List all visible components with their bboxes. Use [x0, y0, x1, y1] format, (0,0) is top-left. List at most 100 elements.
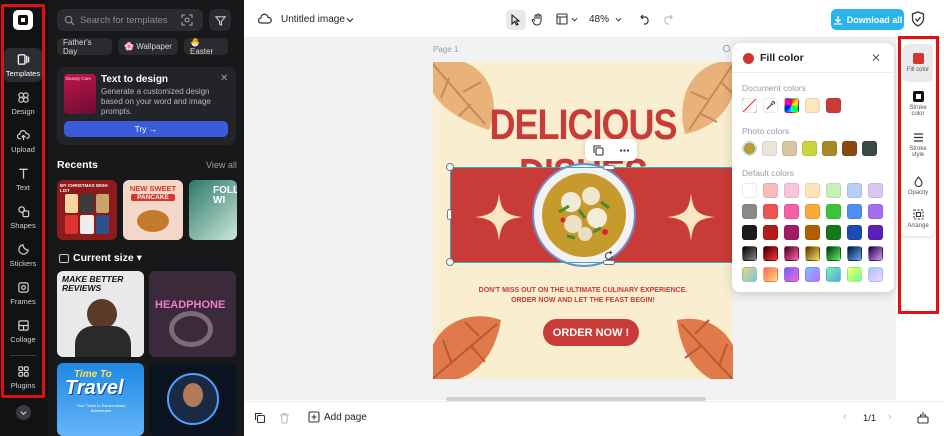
poster-page[interactable]: DELICIOUS DISHES DON'T MISS OUT ON THE U… [433, 62, 733, 379]
default-color-swatch[interactable] [742, 225, 757, 240]
resize-handle-top[interactable] [603, 165, 615, 170]
rail-item-text[interactable]: Text [4, 162, 42, 196]
doc-color-swatch[interactable] [826, 98, 841, 113]
arrange-button[interactable]: Arrange [903, 200, 933, 238]
gradient-swatch[interactable] [826, 267, 841, 282]
resize-handle-tl[interactable] [446, 163, 454, 171]
gradient-swatch[interactable] [805, 246, 820, 261]
default-color-swatch[interactable] [742, 183, 757, 198]
default-color-swatch[interactable] [868, 204, 883, 219]
template-search-input[interactable]: Search for templates [57, 9, 203, 31]
gradient-swatch[interactable] [784, 246, 799, 261]
default-color-swatch[interactable] [805, 204, 820, 219]
photo-color-swatch[interactable] [862, 141, 877, 156]
recent-template-3[interactable]: FOLLOWI [189, 180, 237, 240]
layout-icon[interactable] [556, 13, 568, 25]
default-color-swatch[interactable] [847, 183, 862, 198]
rail-item-upload[interactable]: Upload [4, 124, 42, 158]
default-color-swatch[interactable] [763, 183, 778, 198]
gradient-swatch[interactable] [826, 246, 841, 261]
select-tool-button[interactable] [506, 10, 526, 30]
default-color-swatch[interactable] [847, 225, 862, 240]
capcut-logo-icon[interactable] [13, 10, 33, 30]
gradient-swatch[interactable] [868, 246, 883, 261]
image-search-icon[interactable] [181, 14, 193, 26]
fill-color-button[interactable]: Fill color [903, 44, 933, 82]
chevron-right-icon[interactable]: › [888, 411, 892, 423]
photo-color-swatch[interactable] [802, 141, 817, 156]
zoom-level[interactable]: 48% [589, 14, 609, 25]
default-color-swatch[interactable] [784, 183, 799, 198]
current-size-title[interactable]: Current size ▾ [73, 252, 142, 264]
add-page-button[interactable]: Add page [308, 411, 367, 423]
resize-handle-left[interactable] [447, 209, 452, 220]
chevron-down-icon[interactable] [615, 16, 622, 23]
gradient-swatch[interactable] [805, 267, 820, 282]
duplicate-icon[interactable] [592, 144, 604, 156]
chevron-left-icon[interactable]: ‹ [843, 411, 847, 423]
default-color-swatch[interactable] [826, 183, 841, 198]
filter-button[interactable] [209, 9, 231, 31]
account-avatar[interactable] [16, 405, 31, 420]
eyedropper-icon[interactable] [763, 98, 778, 113]
photo-color-swatch[interactable] [842, 141, 857, 156]
rotate-icon[interactable] [604, 251, 614, 261]
close-icon[interactable]: ✕ [220, 73, 228, 84]
shield-check-icon[interactable] [911, 11, 925, 27]
hand-icon[interactable] [531, 13, 544, 26]
gradient-swatch[interactable] [784, 267, 799, 282]
close-icon[interactable]: ✕ [871, 51, 881, 65]
default-color-swatch[interactable] [805, 183, 820, 198]
gradient-swatch[interactable] [763, 246, 778, 261]
rail-item-frames[interactable]: Frames [4, 276, 42, 310]
chip-fathers-day[interactable]: Father's Day [57, 38, 112, 56]
default-color-swatch[interactable] [868, 225, 883, 240]
default-color-swatch[interactable] [826, 225, 841, 240]
try-button[interactable]: Try → [64, 121, 228, 137]
chip-easter[interactable]: 🐣 Easter [184, 38, 228, 56]
gradient-swatch[interactable] [847, 246, 862, 261]
view-all-link[interactable]: View all [206, 160, 237, 170]
undo-icon[interactable] [640, 14, 651, 25]
default-color-swatch[interactable] [826, 204, 841, 219]
rail-item-collage[interactable]: Collage [4, 314, 42, 348]
trash-icon[interactable] [279, 412, 290, 424]
swatch-none[interactable] [742, 98, 757, 113]
template-card-travel[interactable]: Time To Travel Your Ticket to Extraordin… [57, 363, 144, 436]
recent-template-2[interactable]: NEW SWEET PANCAKE [123, 180, 183, 240]
default-color-swatch[interactable] [805, 225, 820, 240]
default-color-swatch[interactable] [784, 204, 799, 219]
poster-tagline[interactable]: DON'T MISS OUT ON THE ULTIMATE CULINARY … [433, 286, 733, 306]
default-color-swatch[interactable] [742, 204, 757, 219]
gradient-swatch[interactable] [763, 267, 778, 282]
color-picker-swatch[interactable] [784, 98, 799, 113]
recent-template-1[interactable]: MY CHRISTMAS WISH LIST [57, 180, 117, 240]
more-icon[interactable] [619, 145, 630, 156]
download-all-button[interactable]: Download all [831, 9, 904, 30]
photo-color-swatch[interactable] [762, 141, 777, 156]
default-color-swatch[interactable] [763, 225, 778, 240]
photo-color-swatch[interactable] [822, 141, 837, 156]
rail-item-design[interactable]: Design [4, 86, 42, 120]
stroke-color-button[interactable]: Stroke color [903, 85, 933, 123]
cloud-icon[interactable] [258, 13, 272, 25]
chevron-down-icon[interactable] [346, 16, 354, 24]
chip-wallpaper[interactable]: 🌸 Wallpaper [118, 38, 178, 55]
food-bowl-image[interactable] [531, 162, 637, 268]
template-card-portrait[interactable] [149, 363, 236, 436]
gradient-swatch[interactable] [742, 267, 757, 282]
duplicate-page-icon[interactable] [254, 412, 266, 424]
default-color-swatch[interactable] [763, 204, 778, 219]
default-color-swatch[interactable] [868, 183, 883, 198]
photo-color-swatch[interactable] [782, 141, 797, 156]
page-tools-icon[interactable] [722, 44, 731, 53]
template-card-headphone[interactable]: HEADPHONE [149, 271, 236, 357]
stroke-style-button[interactable]: Stroke style [903, 126, 933, 164]
default-color-swatch[interactable] [784, 225, 799, 240]
gradient-swatch[interactable] [868, 267, 883, 282]
rail-item-plugins[interactable]: Plugins [4, 360, 42, 394]
rail-item-shapes[interactable]: Shapes [4, 200, 42, 234]
order-now-button[interactable]: ORDER NOW ! [543, 319, 639, 346]
page-manager-icon[interactable] [917, 412, 929, 424]
doc-color-swatch[interactable] [805, 98, 820, 113]
